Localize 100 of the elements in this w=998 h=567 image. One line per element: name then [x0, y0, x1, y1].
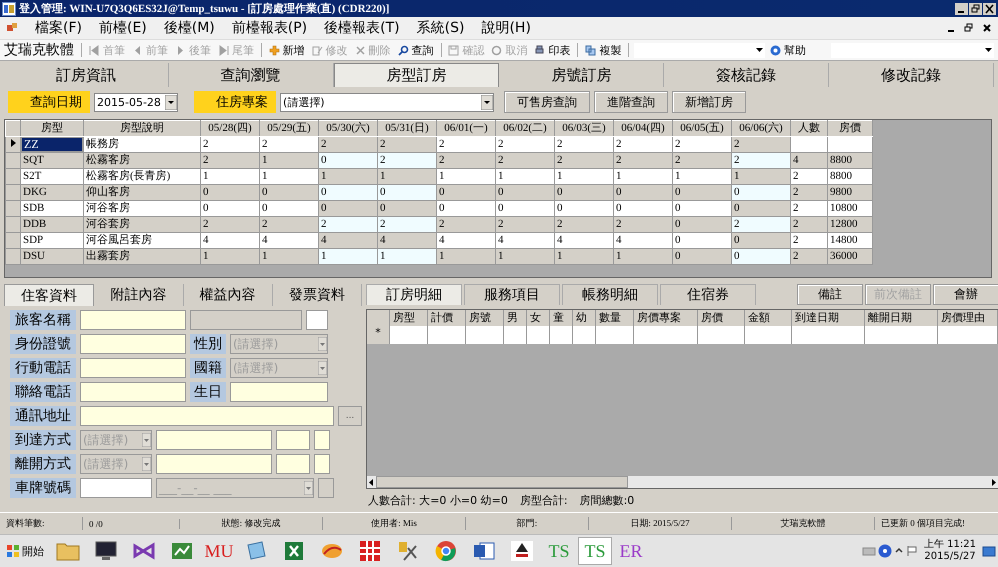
- tab[interactable]: 服務項目: [464, 284, 560, 306]
- input-field[interactable]: [230, 382, 328, 402]
- table-cell: 0: [496, 184, 554, 200]
- table-cell: 0: [436, 200, 496, 216]
- table-cell: 1: [200, 248, 260, 264]
- toolbar-button[interactable]: 複製: [583, 42, 624, 58]
- input-field[interactable]: [156, 454, 272, 474]
- toolbar-button[interactable]: 查詢: [396, 42, 436, 58]
- input-field[interactable]: [318, 478, 334, 498]
- spreadsheet-icon[interactable]: [282, 540, 306, 562]
- browse-button[interactable]: ...: [338, 406, 362, 426]
- table-cell[interactable]: DKG: [20, 184, 84, 200]
- taskbar-app[interactable]: ER: [614, 537, 648, 565]
- show-desktop-icon[interactable]: [982, 544, 996, 558]
- menu-item[interactable]: 檔案(F): [35, 19, 82, 37]
- taskbar-app[interactable]: MU: [202, 537, 236, 565]
- table-cell: 0: [260, 200, 318, 216]
- table-cell: 4: [793, 154, 798, 166]
- summary-text: 房間總數:0: [580, 493, 634, 508]
- table-cell: 2: [554, 136, 614, 152]
- table-cell: 2: [614, 136, 672, 152]
- minimize-icon[interactable]: [955, 2, 968, 14]
- column-header: 05/31(日): [378, 120, 436, 136]
- horizontal-scrollbar[interactable]: [367, 476, 998, 488]
- taskbar-app[interactable]: TS: [578, 537, 612, 565]
- plan-select[interactable]: (請選擇): [280, 92, 494, 112]
- input-field[interactable]: [156, 430, 272, 450]
- date-picker[interactable]: 2015-05-28: [94, 92, 178, 112]
- table-cell[interactable]: ZZ: [21, 137, 83, 152]
- column-header: 05/28(四): [200, 120, 260, 136]
- input-field[interactable]: [314, 430, 330, 450]
- menu-item[interactable]: 後檯報表(T): [324, 19, 400, 37]
- tab[interactable]: 訂房明細: [366, 284, 462, 306]
- field-label: 查詢日期: [8, 91, 90, 113]
- menu-item[interactable]: 前檯(E): [98, 19, 147, 37]
- action-button[interactable]: 備註: [797, 284, 863, 306]
- table-cell[interactable]: DDB: [20, 216, 84, 232]
- scroll-right-icon[interactable]: [989, 478, 998, 486]
- menu-item[interactable]: 後檯(M): [164, 19, 215, 37]
- flag-icon[interactable]: [906, 545, 918, 557]
- close-icon[interactable]: [983, 2, 996, 14]
- table-cell[interactable]: S2T: [20, 168, 84, 184]
- tab[interactable]: 帳務明細: [562, 284, 658, 306]
- table-cell: 1: [554, 248, 614, 264]
- close-icon[interactable]: [982, 23, 992, 33]
- menu-item[interactable]: 系統(S): [416, 19, 464, 37]
- table-cell[interactable]: DSU: [20, 248, 84, 264]
- input-field[interactable]: [306, 310, 328, 330]
- field-label: 生日: [190, 382, 226, 402]
- input-field[interactable]: [80, 310, 186, 330]
- tab[interactable]: 房型訂房: [334, 63, 500, 87]
- table-cell: 2: [436, 216, 496, 232]
- table-cell: 4: [260, 232, 318, 248]
- toolbar-button[interactable]: 新增: [266, 42, 307, 58]
- chart-icon[interactable]: [170, 540, 194, 562]
- action-button[interactable]: 會辦: [933, 284, 998, 306]
- input-field[interactable]: [80, 478, 152, 498]
- input-field[interactable]: [276, 454, 310, 474]
- start-button[interactable]: 開始: [2, 544, 48, 558]
- infinity-icon[interactable]: [132, 540, 156, 562]
- browser-icon[interactable]: [434, 540, 458, 562]
- input-field[interactable]: [80, 334, 186, 354]
- query-button[interactable]: 進階查詢: [594, 91, 668, 113]
- query-button[interactable]: 新增訂房: [672, 91, 746, 113]
- status-text: 資料筆數:: [0, 517, 83, 530]
- monitor-icon[interactable]: [94, 540, 118, 562]
- emblem-icon[interactable]: [510, 540, 534, 562]
- print-icon: [534, 44, 546, 56]
- tab[interactable]: 住客資料: [4, 284, 94, 306]
- table-cell: 2: [554, 152, 614, 168]
- input-field[interactable]: [314, 454, 330, 474]
- help-icon[interactable]: [878, 544, 892, 558]
- table-cell: 2: [378, 216, 436, 232]
- table-cell[interactable]: SQT: [20, 152, 84, 168]
- menu-item[interactable]: 說明(H): [481, 19, 531, 37]
- help-button[interactable]: 幫助: [768, 42, 808, 58]
- table-cell: 2: [436, 152, 496, 168]
- summary-text: 房型合計:: [520, 493, 568, 508]
- field-label: 性別: [190, 334, 226, 354]
- windows-logo-icon: [6, 544, 20, 558]
- tab[interactable]: 住宿券: [660, 284, 756, 306]
- input-field[interactable]: [276, 430, 310, 450]
- table-cell[interactable]: SDP: [20, 232, 84, 248]
- grid-icon[interactable]: [358, 540, 382, 562]
- toolbar-button[interactable]: 印表: [532, 42, 572, 58]
- save-icon: [448, 44, 460, 56]
- document-icon[interactable]: [472, 540, 496, 562]
- table-cell[interactable]: SDB: [20, 200, 84, 216]
- input-field[interactable]: [80, 406, 334, 426]
- input-field[interactable]: [190, 310, 302, 330]
- scroll-left-icon[interactable]: [367, 478, 376, 486]
- restore-icon[interactable]: [964, 23, 974, 33]
- table-cell: 1: [614, 168, 672, 184]
- table-cell: 0: [672, 248, 732, 264]
- restore-icon[interactable]: [969, 2, 982, 14]
- keyboard-icon[interactable]: [862, 545, 876, 557]
- menu-item[interactable]: 前檯報表(P): [232, 19, 308, 37]
- query-button[interactable]: 可售房查詢: [504, 91, 590, 113]
- input-field[interactable]: [80, 382, 186, 402]
- input-field[interactable]: [80, 358, 186, 378]
